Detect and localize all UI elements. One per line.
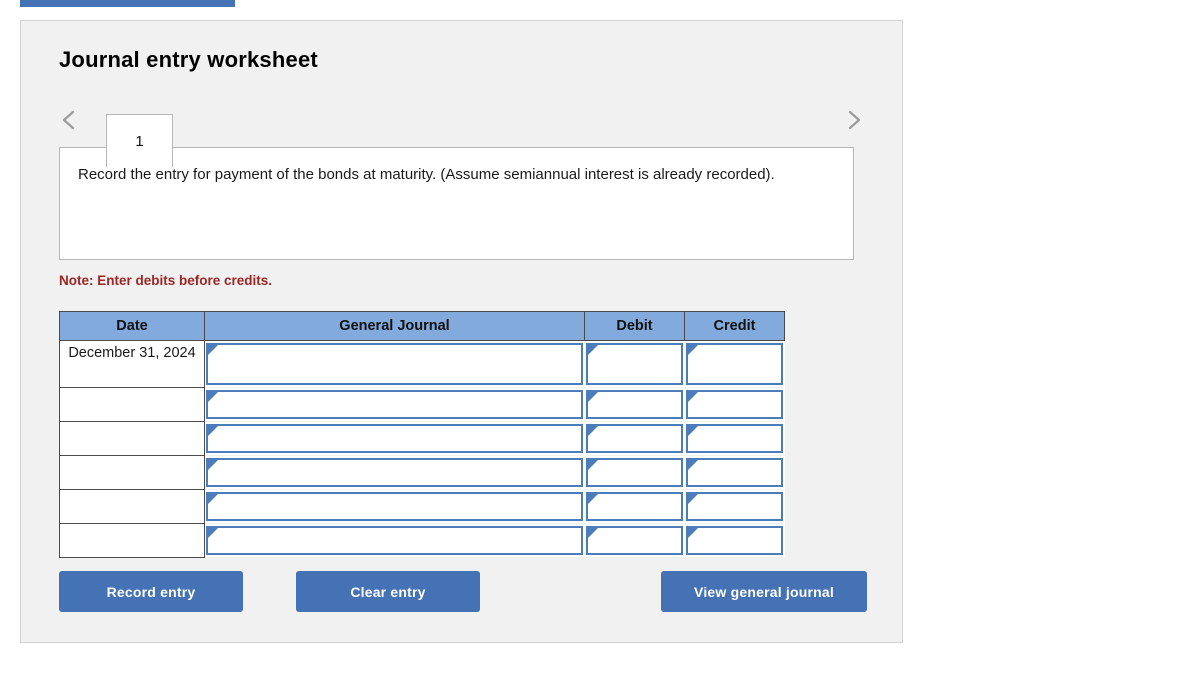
table-row [59,455,785,490]
general-journal-input[interactable] [206,492,583,521]
cell-date[interactable] [59,523,205,558]
cell-credit[interactable] [684,387,785,422]
dropdown-triangle-icon [587,426,598,436]
top-tab-strip[interactable] [20,0,235,7]
table-row [59,421,785,456]
record-entry-button[interactable]: Record entry [59,571,243,612]
chevron-left-icon[interactable] [56,107,82,133]
table-row [59,387,785,422]
dropdown-triangle-icon [208,494,218,504]
cell-debit[interactable] [584,489,685,524]
cell-general-journal[interactable] [204,489,585,524]
cell-general-journal[interactable] [204,387,585,422]
column-header-credit: Credit [684,311,785,341]
cell-credit[interactable] [684,523,785,558]
cell-date[interactable] [59,387,205,422]
cell-date[interactable] [59,421,205,456]
debit-input[interactable] [585,343,683,385]
page-root: Journal entry worksheet 1 Record the ent… [0,0,1192,690]
cell-debit[interactable] [584,523,685,558]
dropdown-triangle-icon [687,426,698,436]
column-header-general-journal: General Journal [204,311,585,341]
dropdown-triangle-icon [208,392,218,402]
worksheet-tab-1[interactable]: 1 [106,114,173,167]
credit-input[interactable] [685,458,783,487]
dropdown-triangle-icon [687,494,698,504]
instruction-text: Record the entry for payment of the bond… [78,166,775,183]
dropdown-triangle-icon [587,460,598,470]
general-journal-input[interactable] [206,343,583,385]
table-row [59,523,785,558]
dropdown-triangle-icon [208,528,218,538]
general-journal-input[interactable] [206,526,583,555]
table-row [59,489,785,524]
dropdown-triangle-icon [587,345,598,355]
instruction-box: Record the entry for payment of the bond… [59,147,854,260]
credit-input[interactable] [685,526,783,555]
general-journal-input[interactable] [206,390,583,419]
cell-date[interactable] [59,455,205,490]
cell-credit[interactable] [684,421,785,456]
cell-credit[interactable] [684,489,785,524]
cell-debit[interactable] [584,421,685,456]
debit-input[interactable] [585,458,683,487]
credit-input[interactable] [685,390,783,419]
dropdown-triangle-icon [208,460,218,470]
dropdown-triangle-icon [587,392,598,402]
dropdown-triangle-icon [208,345,218,355]
cell-date[interactable] [59,489,205,524]
dropdown-triangle-icon [587,494,598,504]
cell-debit[interactable] [584,455,685,490]
dropdown-triangle-icon [687,460,698,470]
dropdown-triangle-icon [208,426,218,436]
cell-general-journal[interactable] [204,455,585,490]
dropdown-triangle-icon [687,345,698,355]
chevron-right-icon[interactable] [841,107,867,133]
worksheet-tab-label: 1 [135,132,144,150]
cell-general-journal[interactable] [204,523,585,558]
clear-entry-button[interactable]: Clear entry [296,571,480,612]
dropdown-triangle-icon [687,528,698,538]
view-general-journal-button[interactable]: View general journal [661,571,867,612]
debit-input[interactable] [585,492,683,521]
credit-input[interactable] [685,343,783,385]
worksheet-tab-bar: 1 [21,93,904,167]
cell-general-journal[interactable] [204,421,585,456]
debit-input[interactable] [585,424,683,453]
page-title: Journal entry worksheet [59,47,318,72]
debit-input[interactable] [585,390,683,419]
credit-input[interactable] [685,424,783,453]
cell-date[interactable]: December 31, 2024 [59,340,205,388]
note-text: Note: Enter debits before credits. [59,273,273,288]
dropdown-triangle-icon [587,528,598,538]
column-header-date: Date [59,311,205,341]
table-header-row: Date General Journal Debit Credit [59,311,785,341]
journal-entry-panel: Journal entry worksheet 1 Record the ent… [20,20,903,643]
journal-entry-table: Date General Journal Debit Credit Decemb… [59,311,785,558]
dropdown-triangle-icon [687,392,698,402]
general-journal-input[interactable] [206,458,583,487]
cell-debit[interactable] [584,340,685,388]
column-header-debit: Debit [584,311,685,341]
credit-input[interactable] [685,492,783,521]
cell-credit[interactable] [684,340,785,388]
cell-credit[interactable] [684,455,785,490]
general-journal-input[interactable] [206,424,583,453]
debit-input[interactable] [585,526,683,555]
table-row: December 31, 2024 [59,340,785,388]
cell-general-journal[interactable] [204,340,585,388]
cell-debit[interactable] [584,387,685,422]
